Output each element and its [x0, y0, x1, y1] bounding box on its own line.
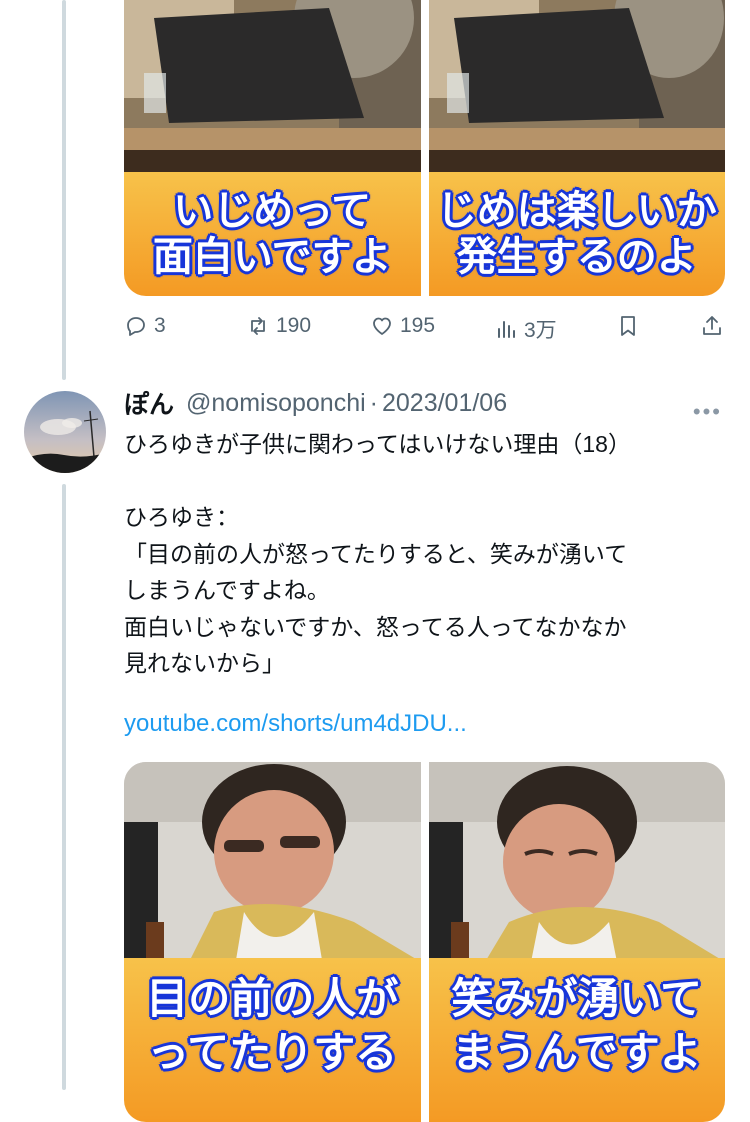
like-button[interactable]: 195 — [370, 314, 435, 338]
view-count: 3万 — [524, 319, 557, 342]
thread-line-bottom — [62, 484, 66, 1090]
caption-line-1: いじめって — [173, 188, 372, 234]
share-button[interactable] — [700, 314, 724, 338]
avatar[interactable] — [24, 391, 106, 473]
post2-media[interactable]: 目の前の人が ってたりする 笑みが湧いて まうんですよ — [124, 762, 725, 1122]
post2-header: ぽん @nomisoponchi · 2023/01/06 — [124, 384, 724, 422]
repost-icon — [251, 317, 265, 335]
reply-icon — [127, 317, 145, 336]
caption-line-1: 笑みが湧いて — [451, 974, 703, 1023]
text-line: しまうんですよね。 — [124, 577, 330, 603]
avatar-image — [24, 391, 106, 473]
post1-media[interactable]: いじめって 面白いですよ じめは楽しいか 発生するのよ — [124, 0, 725, 296]
thread-line-top — [62, 0, 66, 380]
views-button[interactable]: 3万 — [494, 314, 557, 344]
caption-line-2: 面白いですよ — [152, 234, 392, 280]
text-line: 面白いじゃないですか、怒ってる人ってなかなか — [124, 613, 627, 640]
video-caption: いじめって 面白いですよ — [124, 172, 421, 296]
post-date[interactable]: 2023/01/06 — [382, 389, 507, 418]
repost-count: 190 — [276, 314, 312, 337]
caption-line-2: まうんですよ — [451, 1028, 702, 1077]
repost-button[interactable]: 190 — [246, 314, 311, 338]
youtube-link[interactable]: youtube.com/shorts/um4dJDU... — [124, 710, 467, 738]
caption-line-1: 目の前の人が — [146, 974, 399, 1023]
separator: · — [369, 388, 378, 417]
text-line: ひろゆきが子供に関わってはいけない理由（18） — [124, 431, 631, 457]
reply-button[interactable]: 3 — [124, 314, 166, 338]
handle[interactable]: @nomisoponchi — [186, 389, 366, 418]
post2-text: ひろゆきが子供に関わってはいけない理由（18） ひろゆき： 「目の前の人が怒って… — [124, 426, 724, 682]
bookmark-icon — [621, 316, 635, 336]
video-caption: じめは楽しいか 発生するのよ — [428, 172, 725, 296]
more-icon[interactable]: ••• — [693, 399, 722, 425]
post2-thumbnail-1[interactable]: 目の前の人が ってたりする — [124, 762, 421, 1122]
text-line: 見れないから」 — [124, 650, 285, 676]
video-caption: 笑みが湧いて まうんですよ — [428, 958, 725, 1122]
caption-line-2: 発生するのよ — [456, 234, 697, 280]
post1-action-bar: 3 190 195 3万 — [124, 314, 729, 350]
like-count: 195 — [400, 314, 436, 337]
post1-thumbnail-1[interactable]: いじめって 面白いですよ — [124, 0, 421, 296]
heart-icon — [373, 317, 391, 335]
caption-line-1: じめは楽しいか — [436, 188, 717, 234]
post1-thumbnail-2[interactable]: じめは楽しいか 発生するのよ — [428, 0, 725, 296]
bookmark-button[interactable] — [616, 314, 640, 338]
views-icon — [498, 321, 515, 338]
display-name[interactable]: ぽん — [124, 385, 174, 421]
text-line — [124, 463, 724, 500]
video-caption: 目の前の人が ってたりする — [124, 958, 421, 1122]
text-line: 「目の前の人が怒ってたりすると、笑みが湧いて — [124, 540, 628, 567]
caption-line-2: ってたりする — [147, 1028, 398, 1077]
share-icon — [703, 316, 721, 335]
reply-count: 3 — [154, 314, 166, 337]
post2-thumbnail-2[interactable]: 笑みが湧いて まうんですよ — [428, 762, 725, 1122]
text-line: ひろゆき： — [124, 504, 239, 530]
